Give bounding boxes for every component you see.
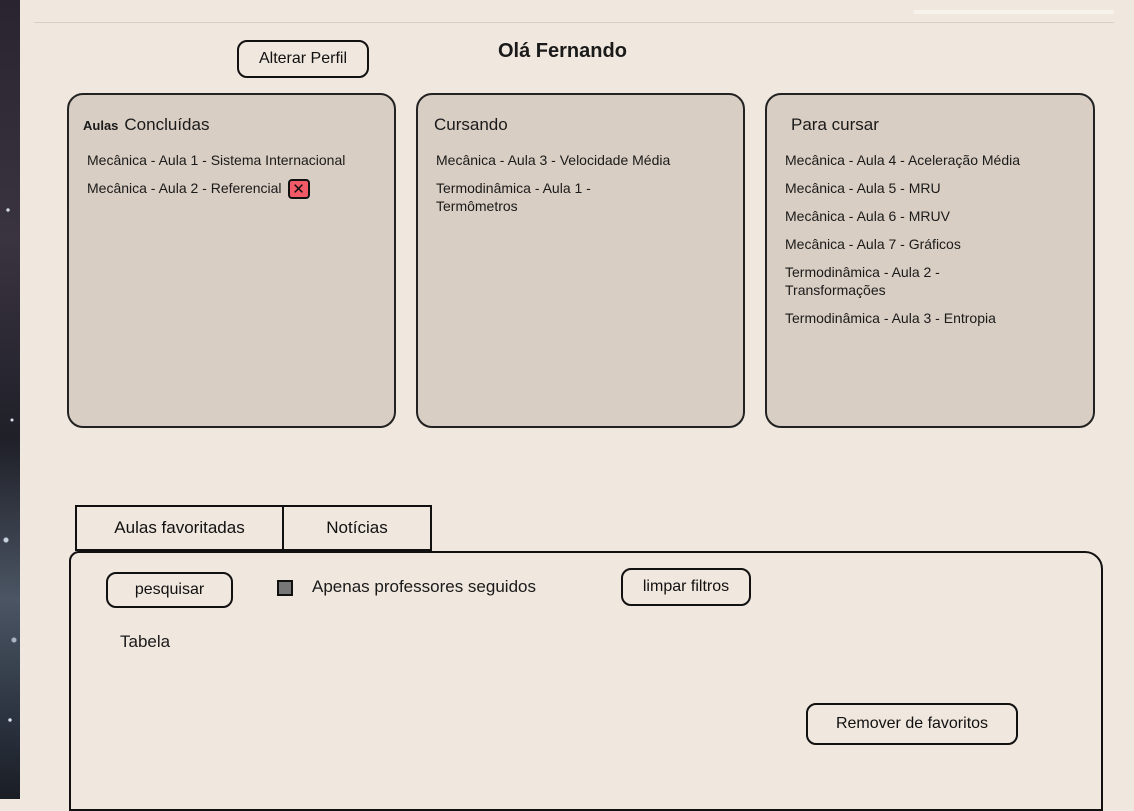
list-item[interactable]: Mecânica - Aula 6 - MRUV xyxy=(785,207,1075,225)
list-item[interactable]: Mecânica - Aula 1 - Sistema Internaciona… xyxy=(87,151,347,169)
completed-lessons-card: Aulas Concluídas Mecânica - Aula 1 - Sist… xyxy=(67,93,396,428)
top-fade xyxy=(914,10,1114,14)
completed-card-title: Aulas Concluídas xyxy=(83,115,209,135)
in-progress-lessons-card: Cursando Mecânica - Aula 3 - Velocidade … xyxy=(416,93,745,428)
list-item[interactable]: Mecânica - Aula 4 - Aceleração Média xyxy=(785,151,1075,169)
followed-teachers-checkbox[interactable] xyxy=(277,580,293,596)
close-icon[interactable]: ✕ xyxy=(287,179,310,200)
list-item-label: Termodinâmica - Aula 2 - Transformações xyxy=(785,264,940,298)
followed-teachers-label: Apenas professores seguidos xyxy=(312,577,536,596)
table-placeholder-label: Tabela xyxy=(120,632,171,651)
top-divider xyxy=(34,22,1114,23)
completed-lessons-list: Mecânica - Aula 1 - Sistema Internaciona… xyxy=(87,151,347,209)
list-item-label: Mecânica - Aula 1 - Sistema Internaciona… xyxy=(87,152,346,168)
remove-favorites-button[interactable]: Remover de favoritos xyxy=(806,703,1018,745)
list-item[interactable]: Termodinâmica - Aula 2 - Transformações xyxy=(785,263,1005,299)
list-item[interactable]: Mecânica - Aula 3 - Velocidade Média xyxy=(436,151,736,169)
to-take-lessons-card: Para cursar Mecânica - Aula 4 - Aceleraç… xyxy=(765,93,1095,428)
search-button[interactable]: pesquisar xyxy=(106,572,233,608)
to-take-card-title: Para cursar xyxy=(791,115,879,134)
in-progress-lessons-list: Mecânica - Aula 3 - Velocidade Média Ter… xyxy=(436,151,736,225)
tab-favorite-lessons[interactable]: Aulas favoritadas xyxy=(75,505,284,551)
to-take-lessons-list: Mecânica - Aula 4 - Aceleração Média Mec… xyxy=(785,151,1075,337)
list-item[interactable]: Termodinâmica - Aula 1 - Termômetros xyxy=(436,179,656,215)
list-item[interactable]: Termodinâmica - Aula 3 - Entropia xyxy=(785,309,1075,327)
clear-filters-button[interactable]: limpar filtros xyxy=(621,568,751,606)
in-progress-card-title: Cursando xyxy=(434,115,508,134)
greeting-title: Olá Fernando xyxy=(498,40,627,62)
completed-card-prefix: Aulas xyxy=(83,118,119,133)
list-item-label: Termodinâmica - Aula 3 - Entropia xyxy=(785,310,996,326)
list-item-label: Mecânica - Aula 5 - MRU xyxy=(785,180,941,196)
list-item-label: Termodinâmica - Aula 1 - Termômetros xyxy=(436,180,591,214)
list-item-label: Mecânica - Aula 4 - Aceleração Média xyxy=(785,152,1021,168)
list-item-label: Mecânica - Aula 3 - Velocidade Média xyxy=(436,152,671,168)
tab-news[interactable]: Notícias xyxy=(282,505,432,551)
completed-card-heading: Concluídas xyxy=(124,115,210,134)
change-profile-button[interactable]: Alterar Perfil xyxy=(237,40,369,78)
list-item[interactable]: Mecânica - Aula 5 - MRU xyxy=(785,179,1075,197)
list-item-label: Mecânica - Aula 2 - Referencial xyxy=(87,180,282,196)
list-item-label: Mecânica - Aula 7 - Gráficos xyxy=(785,236,961,252)
background-image-edge xyxy=(0,0,20,799)
list-item[interactable]: Mecânica - Aula 2 - Referencial ✕ xyxy=(87,179,347,200)
list-item[interactable]: Mecânica - Aula 7 - Gráficos xyxy=(785,235,1075,253)
list-item-label: Mecânica - Aula 6 - MRUV xyxy=(785,208,950,224)
